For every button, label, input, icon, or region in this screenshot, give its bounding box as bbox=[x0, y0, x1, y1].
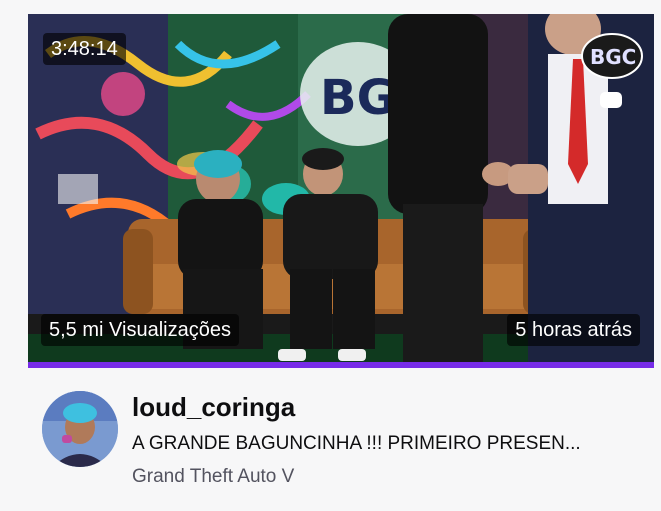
video-title-link[interactable]: A GRANDE BAGUNCINHA !!! PRIMEIRO PRESEN.… bbox=[132, 431, 642, 457]
thumbnail-logo: BGC bbox=[590, 45, 636, 69]
discord-icon bbox=[600, 92, 622, 108]
channel-name-link[interactable]: loud_coringa bbox=[132, 391, 295, 423]
view-count-badge: 5,5 mi Visualizações bbox=[41, 314, 239, 346]
upload-time-badge: 5 horas atrás bbox=[507, 314, 640, 346]
category-link[interactable]: Grand Theft Auto V bbox=[132, 464, 294, 490]
avatar-image bbox=[42, 391, 118, 467]
svg-text:BG: BG bbox=[320, 70, 396, 126]
video-card[interactable]: BG BGC 3:48:14 5,5 mi Visualizações 5 ho… bbox=[0, 0, 661, 511]
watch-progress-bar bbox=[28, 362, 654, 368]
duration-badge: 3:48:14 bbox=[43, 33, 126, 65]
channel-avatar[interactable] bbox=[42, 391, 118, 467]
